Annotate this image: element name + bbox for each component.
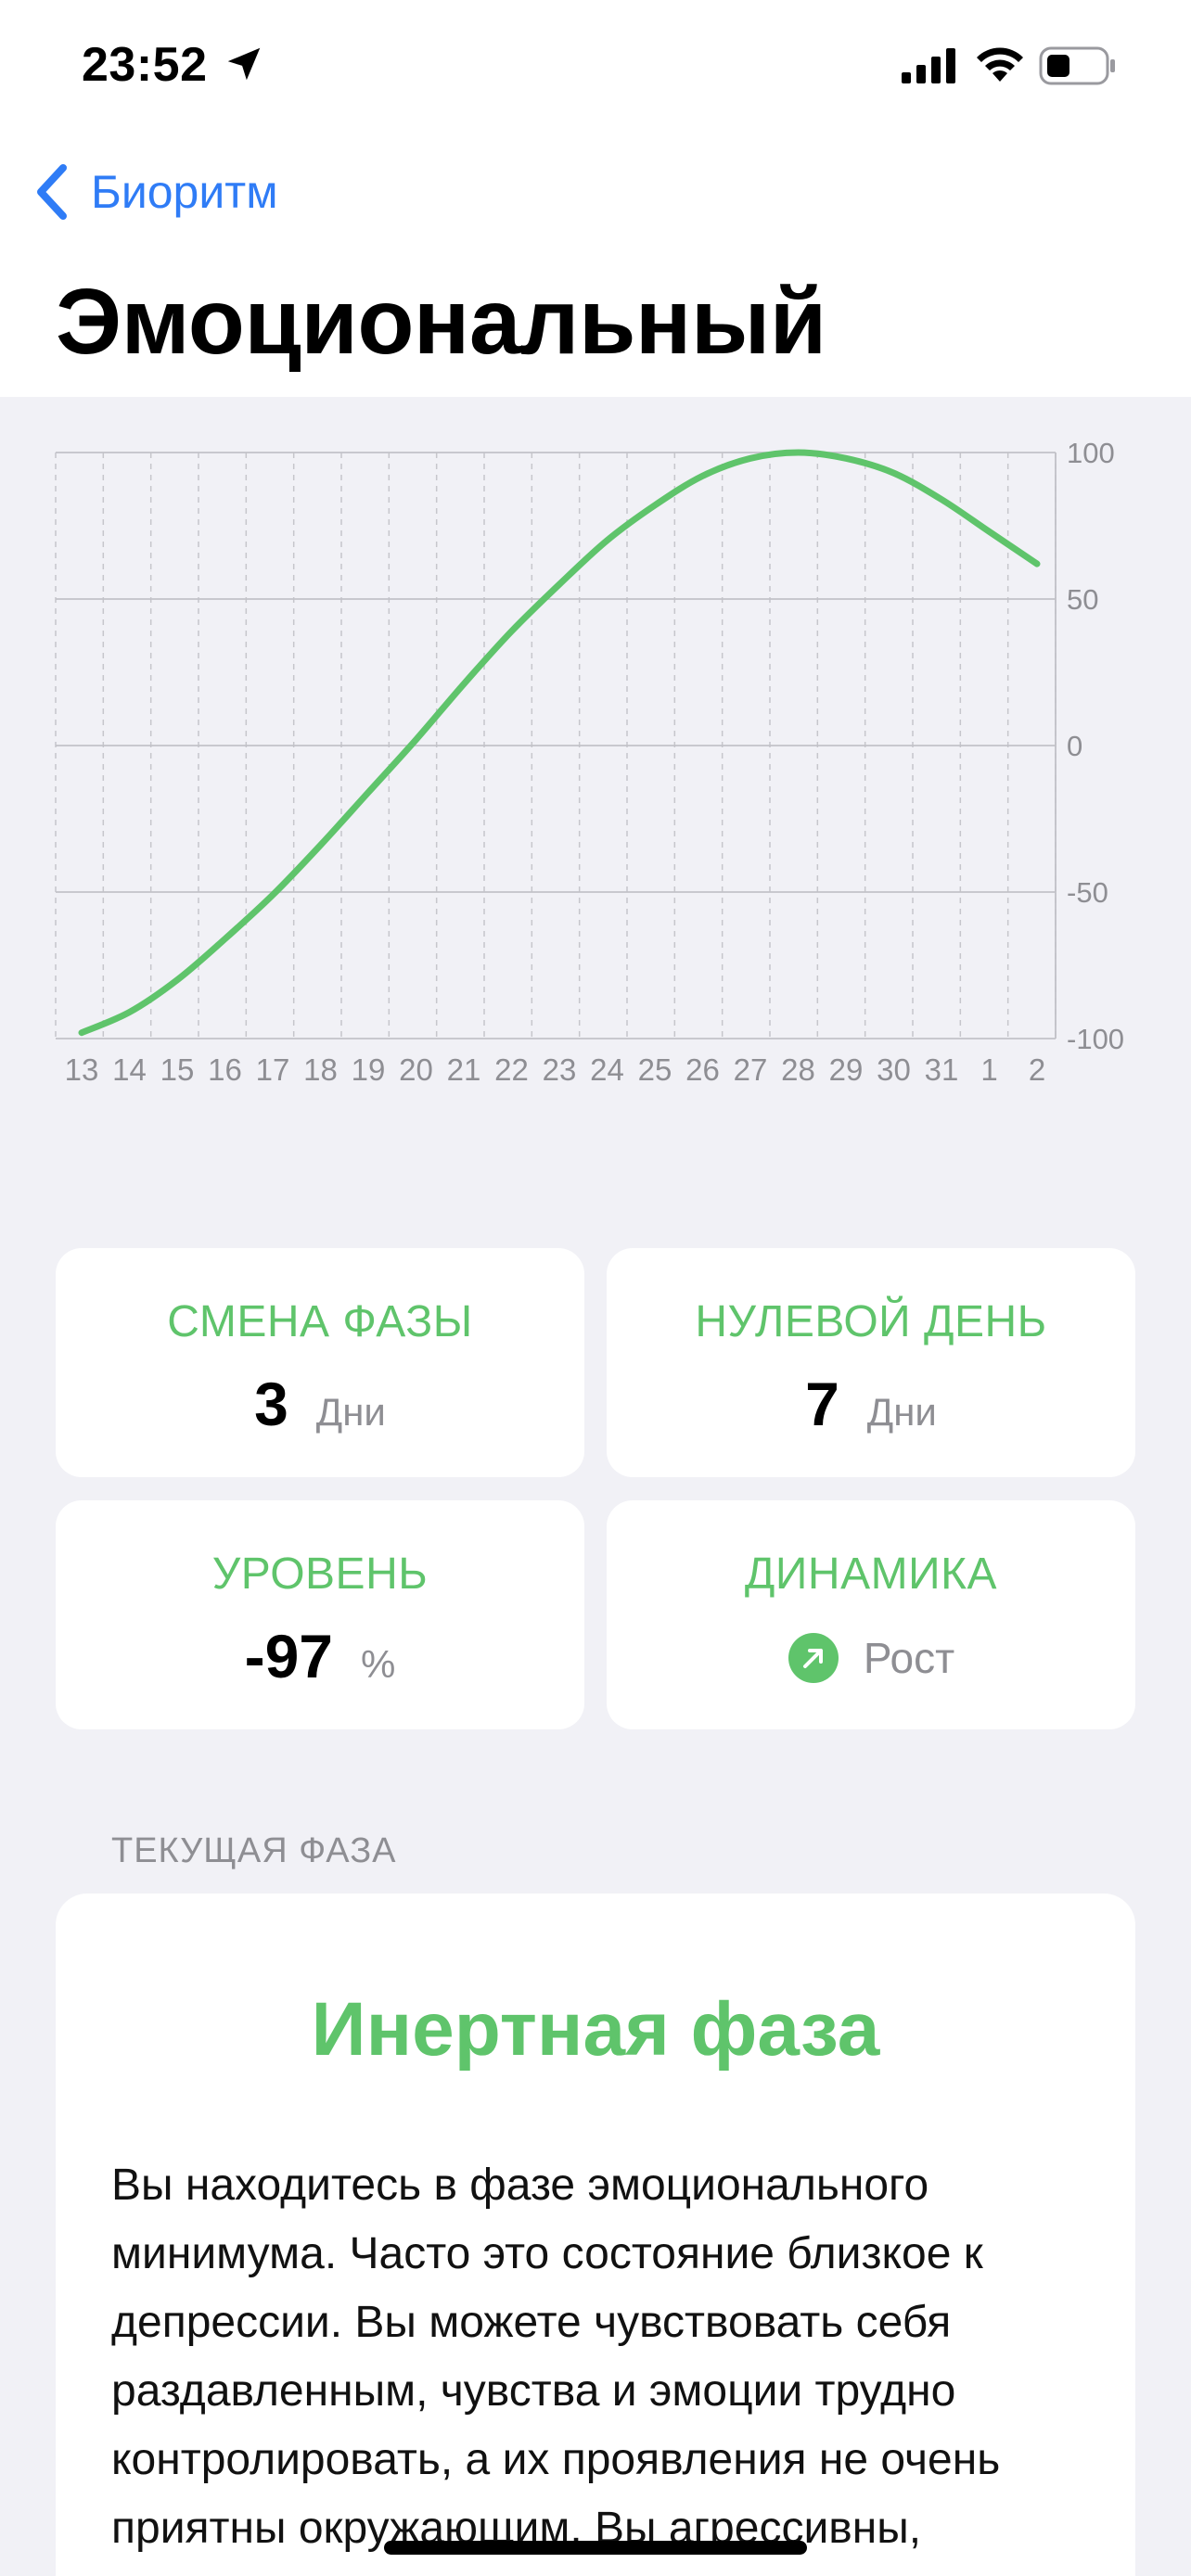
phase-title: Инертная фаза (311, 1987, 880, 2072)
phase-change-label: СМЕНА ФАЗЫ (167, 1297, 473, 1346)
x-tick-label: 15 (160, 1052, 195, 1087)
status-bar: 23:52 (0, 0, 1191, 130)
dynamics-value-row: Рост (607, 1632, 1135, 1684)
y-tick-label: 0 (1067, 730, 1082, 762)
level-value: -97 (244, 1622, 334, 1690)
x-tick-label: 22 (494, 1052, 529, 1087)
back-button[interactable]: Биоритм (33, 158, 278, 226)
x-tick-label: 18 (303, 1052, 338, 1087)
phase-change-unit: Дни (315, 1390, 386, 1434)
x-tick-label: 21 (447, 1052, 481, 1087)
x-tick-label: 28 (781, 1052, 815, 1087)
chevron-left-icon (37, 164, 67, 220)
x-tick-label: 2 (1029, 1052, 1045, 1087)
x-tick-label: 27 (734, 1052, 768, 1087)
dynamics-value: Рост (863, 1634, 955, 1682)
x-tick-label: 25 (638, 1052, 672, 1087)
phase-change-card: СМЕНА ФАЗЫ 3 Дни (56, 1248, 584, 1477)
x-tick-label: 13 (65, 1052, 99, 1087)
phase-change-value-row: 3 Дни (56, 1369, 584, 1439)
dynamics-card: ДИНАМИКА Рост (607, 1500, 1135, 1729)
zero-day-value-row: 7 Дни (607, 1369, 1135, 1439)
status-time: 23:52 (82, 38, 208, 92)
location-arrow-icon (227, 47, 261, 81)
y-tick-label: 100 (1067, 437, 1115, 469)
x-tick-label: 1 (980, 1052, 997, 1087)
y-tick-label: -50 (1067, 876, 1108, 909)
dynamics-label: ДИНАМИКА (744, 1549, 998, 1599)
current-phase-card: Инертная фаза Вы находитесь в фазе эмоци… (56, 1894, 1135, 2576)
home-indicator[interactable] (384, 2541, 807, 2555)
zero-day-value: 7 (805, 1370, 839, 1438)
wifi-icon (977, 47, 1023, 82)
x-tick-label: 19 (352, 1052, 386, 1087)
header-area: 23:52 Биоритм Эмоциональный (0, 0, 1191, 397)
x-tick-label: 23 (543, 1052, 577, 1087)
level-label: УРОВЕНЬ (211, 1549, 429, 1599)
x-tick-label: 26 (685, 1052, 720, 1087)
current-phase-section-label: ТЕКУЩАЯ ФАЗА (111, 1831, 397, 1870)
x-tick-label: 30 (877, 1052, 911, 1087)
x-tick-label: 24 (590, 1052, 624, 1087)
x-tick-label: 16 (208, 1052, 242, 1087)
back-button-label: Биоритм (91, 166, 278, 218)
arrow-up-right-icon (788, 1633, 839, 1683)
level-value-row: -97 % (56, 1621, 584, 1691)
x-tick-label: 20 (399, 1052, 433, 1087)
phase-description: Вы находитесь в фазе эмоционального мини… (111, 2161, 1001, 2553)
screen: 23:52 Биоритм Эмоциональный 100 50 0 -50… (0, 0, 1191, 2576)
zero-day-label: НУЛЕВОЙ ДЕНЬ (695, 1297, 1047, 1346)
x-tick-label: 31 (925, 1052, 959, 1087)
level-card: УРОВЕНЬ -97 % (56, 1500, 584, 1729)
zero-day-card: НУЛЕВОЙ ДЕНЬ 7 Дни (607, 1248, 1135, 1477)
cellular-signal-icon (902, 48, 955, 83)
x-tick-label: 14 (112, 1052, 147, 1087)
page-title: Эмоциональный (56, 270, 826, 374)
level-unit: % (361, 1642, 396, 1686)
battery-icon (1039, 46, 1115, 85)
zero-day-unit: Дни (866, 1390, 937, 1434)
x-tick-label: 29 (829, 1052, 864, 1087)
phase-change-value: 3 (254, 1370, 288, 1438)
y-tick-label: 50 (1067, 583, 1098, 616)
y-tick-label: -100 (1067, 1023, 1124, 1055)
biorhythm-chart: 100 50 0 -50 -100 13 14 15 16 17 18 19 20 21 22 23 24 25 2… (0, 397, 1191, 1157)
chart-svg: 100 50 0 -50 -100 13 14 15 16 17 18 19 20 21 22 23 24 25 2… (55, 437, 1124, 1087)
x-tick-label: 17 (256, 1052, 290, 1087)
